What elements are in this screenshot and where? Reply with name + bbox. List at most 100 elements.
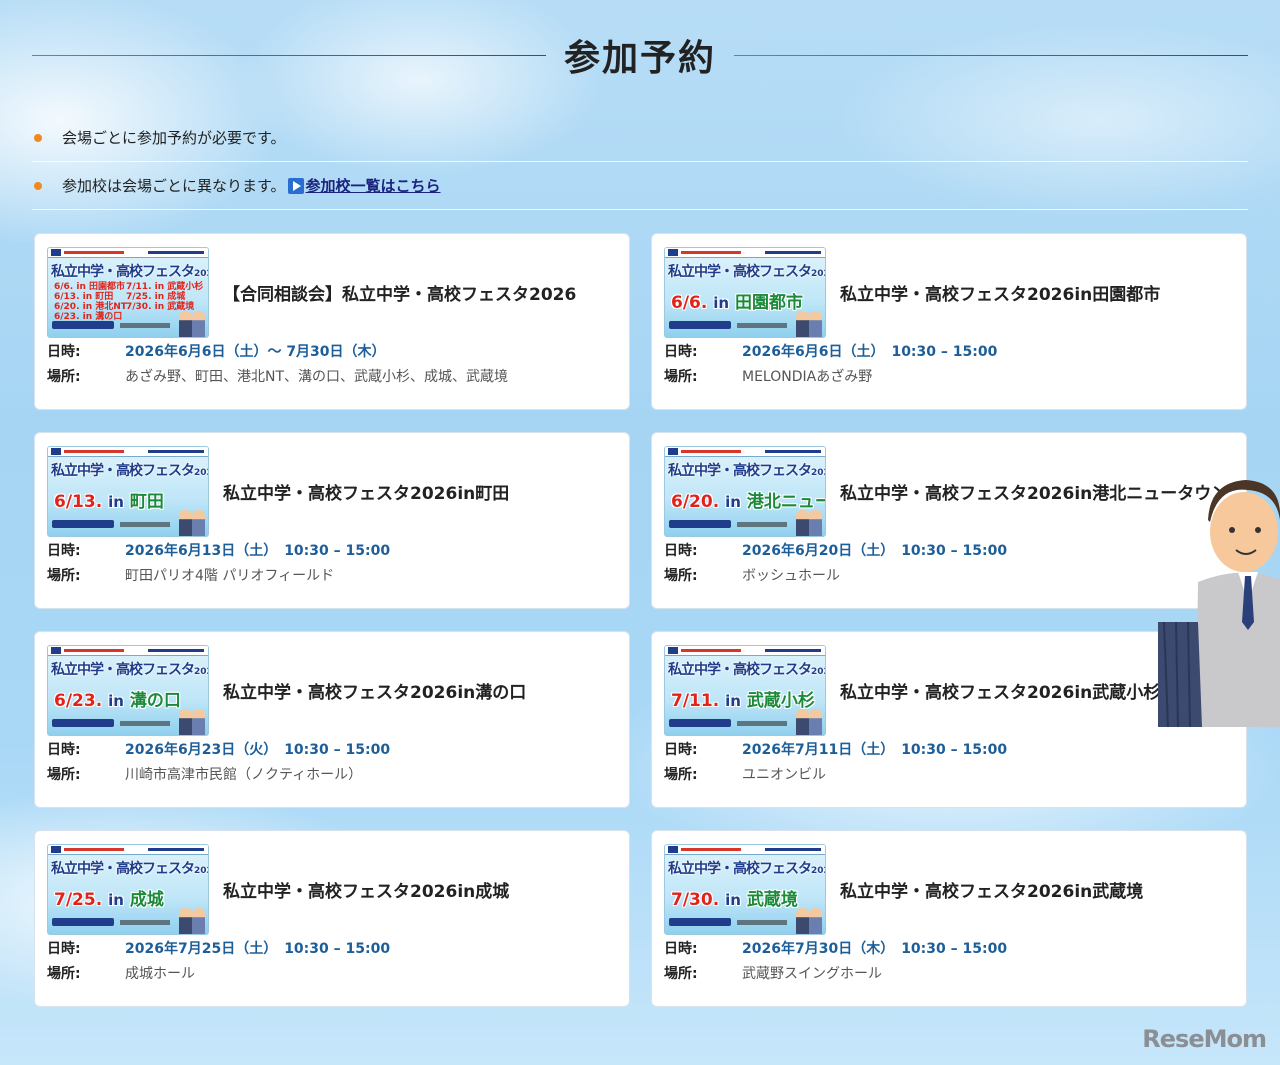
place-label: 場所: [664, 567, 698, 584]
thumb-date-list-right: 7/11. in 武蔵小杉 7/25. in 成城 7/30. in 武蔵境 [126, 281, 204, 312]
date-row: 日時: 2026年6月6日（土）～ 7月30日（木） [47, 338, 617, 363]
thumb-student-figure [179, 708, 192, 735]
event-card[interactable]: 私立中学・高校フェスタ20266/6. in 田園都市6/13. in 町田6/… [34, 233, 630, 410]
thumb-footer-text [120, 521, 170, 527]
date-row: 日時: 2026年6月13日（土） 10:30 – 15:00 [47, 537, 617, 562]
card-header: 私立中学・高校フェスタ2026 6/23. in 溝の口 私立中学・高校フェスタ2… [47, 644, 617, 736]
card-header: 私立中学・高校フェスタ2026 7/11. in 武蔵小杉 私立中学・高校フェスタ… [664, 644, 1234, 736]
event-banner-image[interactable]: 私立中学・高校フェスタ2026 7/25. in 成城 [47, 843, 209, 935]
thumb-footer-badge [669, 917, 731, 926]
student-mascot-illustration [1158, 480, 1280, 727]
thumb-footer-text [120, 720, 170, 726]
note-item: 参加校は会場ごとに異なります。 参加校一覧はこちら [32, 162, 1248, 210]
place-value: 武蔵野スイングホール [742, 965, 882, 982]
place-label: 場所: [664, 368, 698, 385]
event-title[interactable]: 私立中学・高校フェスタ2026in田園都市 [840, 280, 1160, 305]
thumb-header-band [665, 844, 825, 855]
thumb-student-figure [179, 509, 192, 536]
date-value: 2026年6月20日（土） 10:30 – 15:00 [742, 542, 1008, 559]
event-banner-image[interactable]: 私立中学・高校フェスタ2026 6/6. in 田園都市 [664, 246, 826, 338]
thumb-header-band [665, 446, 825, 457]
thumb-footer-badge [669, 718, 731, 727]
thumb-header-band [48, 247, 208, 258]
event-banner-image[interactable]: 私立中学・高校フェスタ2026 7/30. in 武蔵境 [664, 843, 826, 935]
thumb-student-figure [796, 708, 809, 735]
date-label: 日時: [664, 343, 698, 360]
thumb-student-figure [809, 310, 822, 337]
thumb-title: 私立中学・高校フェスタ2026 [51, 263, 208, 280]
event-title[interactable]: 私立中学・高校フェスタ2026in成城 [223, 877, 509, 902]
card-header: 私立中学・高校フェスタ2026 6/20. in 港北ニュータウン 私立中学・高校… [664, 445, 1234, 537]
date-row: 日時: 2026年6月6日（土） 10:30 – 15:00 [664, 338, 1234, 363]
date-label: 日時: [47, 741, 81, 758]
date-value: 2026年7月11日（土） 10:30 – 15:00 [742, 741, 1008, 758]
thumb-student-figure [179, 907, 192, 934]
thumb-footer-badge [669, 519, 731, 528]
thumb-student-figure [796, 509, 809, 536]
event-card[interactable]: 私立中学・高校フェスタ2026 7/25. in 成城 私立中学・高校フェスタ20… [34, 830, 630, 1007]
event-card-grid: 私立中学・高校フェスタ20266/6. in 田園都市6/13. in 町田6/… [34, 233, 1247, 1007]
thumb-date: 6/23. in 溝の口 [54, 690, 181, 711]
thumb-student-figure [809, 907, 822, 934]
thumb-student-figure [179, 310, 192, 337]
section-heading: 参加予約 [32, 30, 1249, 80]
event-card[interactable]: 私立中学・高校フェスタ2026 6/13. in 町田 私立中学・高校フェスタ20… [34, 432, 630, 609]
place-label: 場所: [664, 965, 698, 982]
date-label: 日時: [47, 542, 81, 559]
place-value: 川崎市高津市民館（ノクティホール） [125, 766, 363, 783]
place-value: ボッシュホール [742, 567, 840, 584]
thumb-date: 6/20. in 港北ニュータウン [671, 491, 825, 512]
thumb-student-figure [192, 509, 205, 536]
place-value: MELONDIAあざみ野 [742, 368, 873, 385]
heading-line-right [734, 54, 1249, 56]
place-row: 場所: ボッシュホール [664, 562, 1234, 587]
place-label: 場所: [47, 567, 81, 584]
date-value: 2026年6月23日（火） 10:30 – 15:00 [125, 741, 391, 758]
thumb-header-band [48, 446, 208, 457]
thumb-date: 7/11. in 武蔵小杉 [671, 690, 815, 711]
event-card[interactable]: 私立中学・高校フェスタ2026 6/6. in 田園都市 私立中学・高校フェスタ2… [651, 233, 1247, 410]
place-label: 場所: [47, 965, 81, 982]
date-value: 2026年7月30日（木） 10:30 – 15:00 [742, 940, 1008, 957]
participating-schools-link[interactable]: 参加校一覧はこちら [306, 175, 441, 196]
thumb-title: 私立中学・高校フェスタ2026 [668, 263, 825, 280]
thumb-student-figure [809, 509, 822, 536]
event-title[interactable]: 私立中学・高校フェスタ2026in町田 [223, 479, 509, 504]
thumb-student-figure [796, 907, 809, 934]
event-banner-image[interactable]: 私立中学・高校フェスタ2026 7/11. in 武蔵小杉 [664, 644, 826, 736]
notes-list: 会場ごとに参加予約が必要です。 参加校は会場ごとに異なります。 参加校一覧はこち… [32, 114, 1248, 210]
thumb-student-figure [192, 708, 205, 735]
thumb-date: 7/25. in 成城 [54, 889, 164, 910]
place-value: 成城ホール [125, 965, 195, 982]
card-header: 私立中学・高校フェスタ20266/6. in 田園都市6/13. in 町田6/… [47, 246, 617, 338]
thumb-student-figure [192, 310, 205, 337]
event-title[interactable]: 私立中学・高校フェスタ2026in溝の口 [223, 678, 526, 703]
event-card[interactable]: 私立中学・高校フェスタ2026 6/23. in 溝の口 私立中学・高校フェスタ2… [34, 631, 630, 808]
thumb-footer-text [737, 322, 787, 328]
date-label: 日時: [664, 542, 698, 559]
event-title[interactable]: 私立中学・高校フェスタ2026in武蔵小杉 [840, 678, 1160, 703]
event-banner-image[interactable]: 私立中学・高校フェスタ2026 6/13. in 町田 [47, 445, 209, 537]
date-label: 日時: [664, 741, 698, 758]
thumb-date-list-left: 6/6. in 田園都市 6/13. in 町田 6/20. in 港北NT 6/23… [54, 281, 127, 322]
event-banner-image[interactable]: 私立中学・高校フェスタ2026 6/20. in 港北ニュータウン [664, 445, 826, 537]
thumb-date: 7/30. in 武蔵境 [671, 889, 798, 910]
date-row: 日時: 2026年6月20日（土） 10:30 – 15:00 [664, 537, 1234, 562]
event-banner-image[interactable]: 私立中学・高校フェスタ20266/6. in 田園都市6/13. in 町田6/… [47, 246, 209, 338]
thumb-footer-text [737, 720, 787, 726]
event-banner-image[interactable]: 私立中学・高校フェスタ2026 6/23. in 溝の口 [47, 644, 209, 736]
thumb-footer-text [737, 919, 787, 925]
thumb-student-figure [192, 907, 205, 934]
place-row: 場所: 成城ホール [47, 960, 617, 985]
thumb-date: 6/6. in 田園都市 [671, 292, 803, 313]
event-title[interactable]: 私立中学・高校フェスタ2026in武蔵境 [840, 877, 1143, 902]
place-row: 場所: あざみ野、町田、港北NT、溝の口、武蔵小杉、成城、武蔵境 [47, 363, 617, 388]
event-card[interactable]: 私立中学・高校フェスタ2026 7/30. in 武蔵境 私立中学・高校フェスタ2… [651, 830, 1247, 1007]
thumb-title: 私立中学・高校フェスタ2026 [51, 860, 208, 877]
card-header: 私立中学・高校フェスタ2026 6/6. in 田園都市 私立中学・高校フェスタ2… [664, 246, 1234, 338]
thumb-title: 私立中学・高校フェスタ2026 [51, 462, 208, 479]
thumb-header-band [665, 645, 825, 656]
date-value: 2026年6月6日（土） 10:30 – 15:00 [742, 343, 998, 360]
note-item: 会場ごとに参加予約が必要です。 [32, 114, 1248, 162]
event-title[interactable]: 【合同相談会】私立中学・高校フェスタ2026 [223, 280, 576, 305]
